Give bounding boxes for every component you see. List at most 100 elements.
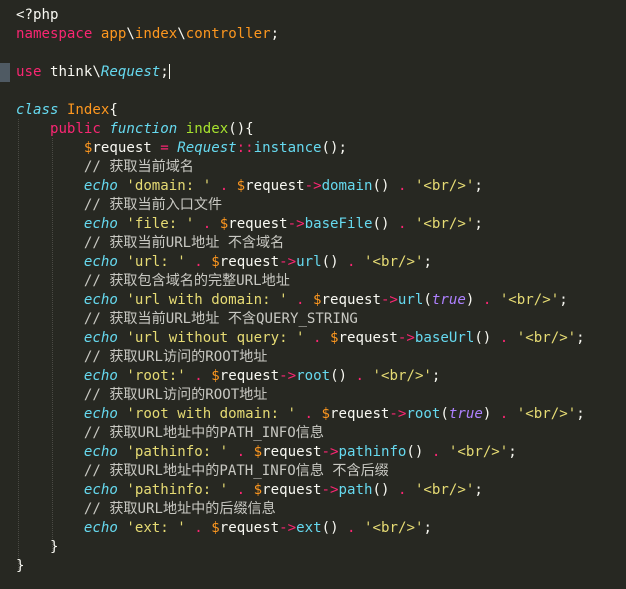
code-line[interactable]: // 获取URL地址中的PATH_INFO信息 不含后缀 bbox=[16, 462, 389, 481]
code-token: ; bbox=[559, 292, 568, 308]
code-token: app bbox=[100, 26, 127, 42]
code-token: path bbox=[338, 482, 373, 498]
code-token: request bbox=[219, 368, 280, 384]
code-token: 'url without query: ' bbox=[126, 330, 305, 346]
code-line[interactable]: // 获取URL地址中的后缀信息 bbox=[16, 500, 276, 519]
code-token: . bbox=[211, 178, 237, 194]
code-token: '<br/>' bbox=[414, 178, 475, 194]
code-line[interactable]: // 获取当前域名 bbox=[16, 158, 194, 177]
code-token: echo bbox=[83, 368, 118, 384]
code-line[interactable]: // 获取包含域名的完整URL地址 bbox=[16, 272, 290, 291]
code-line[interactable]: echo 'pathinfo: ' . $request->path() . '… bbox=[16, 481, 483, 500]
code-token: () bbox=[321, 254, 339, 270]
code-line[interactable]: echo 'pathinfo: ' . $request->pathinfo()… bbox=[16, 443, 517, 462]
code-token: echo bbox=[83, 216, 118, 232]
code-token: '<br/>' bbox=[499, 292, 560, 308]
code-token: ; bbox=[431, 368, 441, 384]
code-line[interactable]: use think\Request; bbox=[16, 63, 170, 82]
code-token: 'root with domain: ' bbox=[126, 406, 297, 422]
code-token: (); bbox=[321, 140, 348, 156]
code-editor[interactable]: <?php namespace app\index\controller; use … bbox=[0, 0, 626, 589]
code-token: 'url: ' bbox=[126, 254, 186, 270]
code-token: . bbox=[338, 254, 365, 270]
code-token: -> bbox=[279, 520, 297, 536]
code-token: $ bbox=[253, 482, 263, 498]
code-token: '<br/>' bbox=[516, 406, 577, 422]
code-line[interactable]: echo 'root:' . $request->root() . '<br/>… bbox=[16, 367, 441, 386]
code-token: pathinfo bbox=[338, 444, 407, 460]
code-line[interactable]: // 获取当前URL地址 不含域名 bbox=[16, 234, 284, 253]
code-token: -> bbox=[397, 330, 415, 346]
code-line[interactable]: namespace app\index\controller; bbox=[16, 25, 279, 44]
code-line[interactable]: // 获取URL访问的ROOT地址 bbox=[16, 386, 268, 405]
code-line[interactable]: echo 'url: ' . $request->url() . '<br/>'… bbox=[16, 253, 432, 272]
code-token: echo bbox=[83, 330, 118, 346]
code-token: 'ext: ' bbox=[126, 520, 186, 536]
code-line[interactable]: // 获取当前URL地址 不含QUERY_STRING bbox=[16, 310, 358, 329]
code-token: true bbox=[448, 406, 483, 422]
code-token: . bbox=[389, 482, 415, 498]
code-token: $ bbox=[236, 178, 246, 194]
text-caret bbox=[168, 64, 170, 79]
code-token: $ bbox=[313, 292, 322, 308]
code-line[interactable]: // 获取URL地址中的PATH_INFO信息 bbox=[16, 424, 324, 443]
code-token: echo bbox=[83, 178, 118, 194]
code-token: root bbox=[296, 368, 331, 384]
code-token: true bbox=[431, 292, 466, 308]
code-token: . bbox=[185, 368, 212, 384]
code-token: -> bbox=[321, 444, 339, 460]
code-token: . bbox=[228, 482, 254, 498]
code-line[interactable]: // 获取当前入口文件 bbox=[16, 196, 222, 215]
code-token: . bbox=[185, 254, 212, 270]
code-line[interactable]: echo 'file: ' . $request->baseFile() . '… bbox=[16, 215, 483, 234]
code-line[interactable]: // 获取URL访问的ROOT地址 bbox=[16, 348, 268, 367]
code-line[interactable]: echo 'url with domain: ' . $request->url… bbox=[16, 291, 568, 310]
code-token: -> bbox=[279, 368, 297, 384]
code-token: . bbox=[389, 178, 415, 194]
code-line[interactable]: } bbox=[16, 538, 59, 557]
code-token: ; bbox=[576, 330, 585, 346]
code-line[interactable]: echo 'root with domain: ' . $request->ro… bbox=[16, 405, 585, 424]
code-token: ( bbox=[440, 406, 449, 422]
code-token: request bbox=[321, 292, 381, 308]
code-token: -> bbox=[380, 292, 398, 308]
code-token: instance bbox=[253, 140, 322, 156]
code-token: -> bbox=[321, 482, 339, 498]
code-token: '<br/>' bbox=[414, 482, 475, 498]
code-line[interactable]: echo 'url without query: ' . $request->b… bbox=[16, 329, 585, 348]
code-line[interactable]: echo 'domain: ' . $request->domain() . '… bbox=[16, 177, 483, 196]
code-line[interactable]: class Index{ bbox=[16, 101, 118, 120]
code-token: // 获取URL访问的ROOT地址 bbox=[16, 387, 268, 403]
code-line[interactable]: } bbox=[16, 557, 25, 576]
code-token: ; bbox=[160, 64, 169, 80]
code-token: . bbox=[338, 520, 365, 536]
code-token: baseFile bbox=[304, 216, 373, 232]
code-token: <?php bbox=[16, 7, 59, 23]
code-line[interactable]: <?php bbox=[16, 6, 58, 25]
code-line[interactable]: public function index(){ bbox=[16, 120, 254, 139]
code-token: use bbox=[16, 64, 42, 80]
code-token: echo bbox=[83, 482, 118, 498]
code-token: -> bbox=[304, 178, 322, 194]
code-token: request bbox=[228, 216, 288, 232]
code-token: '<br/>' bbox=[364, 520, 424, 536]
code-token: root bbox=[406, 406, 441, 422]
code-token: ; bbox=[423, 254, 432, 270]
code-token: $ bbox=[211, 520, 220, 536]
code-token: echo bbox=[83, 292, 118, 308]
code-line[interactable]: $request = Request::instance(); bbox=[16, 139, 347, 158]
code-token: } bbox=[16, 539, 59, 555]
code-token: ; bbox=[474, 482, 483, 498]
code-token: // 获取当前域名 bbox=[16, 159, 194, 175]
code-token: // 获取当前URL地址 不含QUERY_STRING bbox=[16, 311, 358, 327]
code-line[interactable]: echo 'ext: ' . $request->ext() . '<br/>'… bbox=[16, 519, 432, 538]
code-token: . bbox=[304, 330, 331, 346]
code-token: request bbox=[92, 140, 152, 156]
